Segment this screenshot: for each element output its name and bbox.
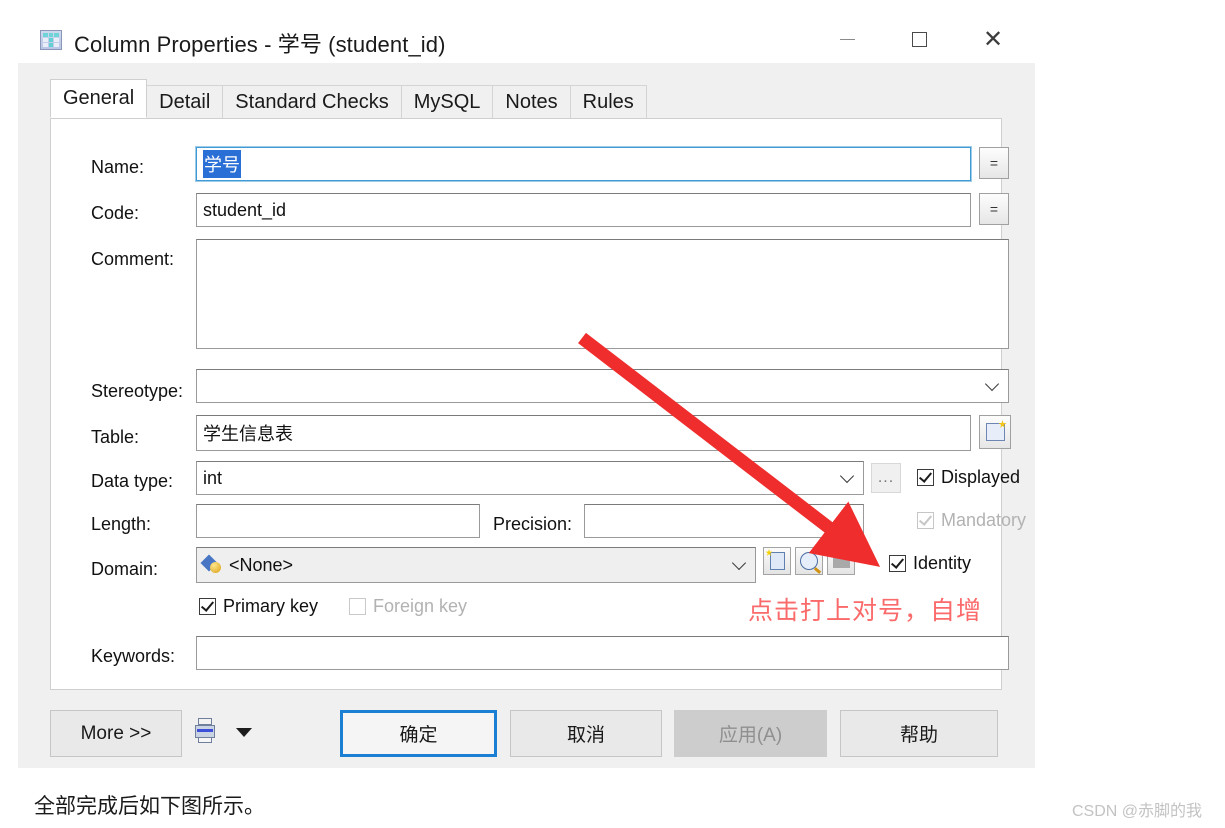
- keywords-input[interactable]: [196, 636, 1009, 670]
- domain-value: <None>: [229, 554, 294, 575]
- domain-icon: [200, 554, 223, 574]
- data-type-combobox[interactable]: int: [196, 461, 864, 495]
- apply-button[interactable]: 应用(A): [674, 710, 827, 757]
- magnifier-icon: [800, 552, 818, 570]
- csdn-watermark: CSDN @赤脚的我: [1072, 803, 1203, 820]
- domain-combobox[interactable]: <None>: [196, 547, 756, 583]
- mandatory-checkbox-box: [917, 512, 934, 529]
- foreign-key-checkbox-box: [349, 598, 366, 615]
- identity-checkbox-box: [889, 555, 906, 572]
- table-value: 学生信息表: [203, 424, 293, 444]
- domain-select-button[interactable]: [827, 547, 855, 575]
- data-type-label: Data type:: [91, 471, 174, 491]
- foreign-key-checkbox-label: Foreign key: [373, 596, 468, 616]
- code-label: Code:: [91, 203, 140, 223]
- data-type-value: int: [203, 467, 223, 488]
- help-button[interactable]: 帮助: [840, 710, 998, 757]
- domain-properties-button[interactable]: [795, 547, 823, 575]
- length-input[interactable]: [196, 504, 480, 538]
- close-icon[interactable]: ✕: [970, 26, 1016, 53]
- comment-textarea[interactable]: [196, 239, 1009, 349]
- tab-mysql[interactable]: MySQL: [400, 85, 494, 118]
- print-dropdown-caret-icon[interactable]: [236, 728, 252, 737]
- folder-icon: [832, 551, 850, 568]
- page-caption: 全部完成后如下图所示。: [34, 795, 265, 818]
- domain-create-button[interactable]: [763, 547, 791, 575]
- title-bar: Column Properties - 学号 (student_id) ✕: [18, 8, 1035, 63]
- primary-key-checkbox-box: [199, 598, 216, 615]
- tab-standard-checks[interactable]: Standard Checks: [222, 85, 402, 118]
- keywords-label: Keywords:: [91, 646, 176, 666]
- mandatory-checkbox-label: Mandatory: [941, 510, 1027, 530]
- dialog-button-bar: More >> 确定 取消 应用(A) 帮助: [18, 698, 1035, 768]
- cancel-button[interactable]: 取消: [510, 710, 662, 757]
- stereotype-combobox[interactable]: [196, 369, 1009, 403]
- maximize-icon[interactable]: [896, 26, 942, 52]
- code-input-value: student_id: [203, 199, 287, 220]
- print-icon[interactable]: [195, 718, 215, 744]
- table-input[interactable]: 学生信息表: [196, 415, 971, 451]
- window-title: Column Properties - 学号 (student_id): [74, 32, 446, 57]
- name-ellipsis-button[interactable]: =: [979, 147, 1009, 179]
- tab-detail[interactable]: Detail: [146, 85, 224, 118]
- displayed-checkbox[interactable]: Displayed: [917, 467, 1020, 488]
- tab-notes[interactable]: Notes: [492, 85, 571, 118]
- minimize-icon[interactable]: [824, 26, 870, 52]
- tab-rules[interactable]: Rules: [569, 85, 647, 118]
- table-grid-icon: [40, 30, 62, 50]
- tab-bar: General Detail Standard Checks MySQL Not…: [50, 79, 647, 118]
- mandatory-checkbox[interactable]: Mandatory: [917, 510, 1026, 531]
- ok-button[interactable]: 确定: [340, 710, 497, 757]
- name-input-value: 学号: [203, 150, 241, 178]
- length-label: Length:: [91, 514, 152, 534]
- more-button[interactable]: More >>: [50, 710, 182, 757]
- primary-key-checkbox-label: Primary key: [223, 596, 319, 616]
- tab-general[interactable]: General: [50, 79, 148, 118]
- precision-label: Precision:: [493, 514, 573, 534]
- name-label: Name:: [91, 157, 145, 177]
- precision-input[interactable]: [584, 504, 864, 538]
- identity-checkbox-label: Identity: [913, 553, 972, 573]
- table-browse-button[interactable]: [979, 415, 1011, 449]
- displayed-checkbox-label: Displayed: [941, 467, 1021, 487]
- new-page-icon: [769, 552, 785, 570]
- identity-checkbox[interactable]: Identity: [889, 553, 971, 574]
- name-input[interactable]: 学号: [195, 146, 972, 182]
- foreign-key-checkbox[interactable]: Foreign key: [349, 596, 467, 617]
- comment-label: Comment:: [91, 249, 175, 269]
- table-reference-icon: [985, 423, 1005, 441]
- table-label: Table:: [91, 427, 140, 447]
- column-properties-dialog: Column Properties - 学号 (student_id) ✕ Ge…: [18, 8, 1035, 768]
- domain-label: Domain:: [91, 559, 159, 579]
- code-ellipsis-button[interactable]: =: [979, 193, 1009, 225]
- displayed-checkbox-box: [917, 469, 934, 486]
- primary-key-checkbox[interactable]: Primary key: [199, 596, 318, 617]
- stereotype-label: Stereotype:: [91, 381, 184, 401]
- annotation-note: 点击打上对号，自增: [748, 597, 983, 625]
- code-input[interactable]: student_id: [196, 193, 971, 227]
- data-type-browse-button[interactable]: ...: [871, 463, 901, 493]
